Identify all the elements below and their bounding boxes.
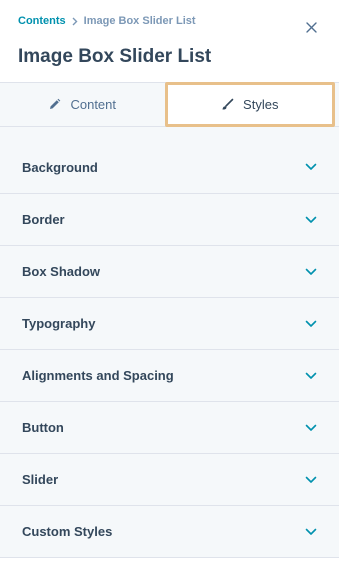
- section-button[interactable]: Button: [0, 402, 339, 454]
- section-alignments-and-spacing[interactable]: Alignments and Spacing: [0, 350, 339, 402]
- section-border[interactable]: Border: [0, 194, 339, 246]
- section-list-spacer: [0, 127, 339, 141]
- tab-styles-label: Styles: [243, 97, 279, 112]
- section-typography[interactable]: Typography: [0, 298, 339, 350]
- panel-header: Contents Image Box Slider List Image Box…: [0, 0, 339, 82]
- section-label: Box Shadow: [22, 264, 101, 279]
- section-label: Button: [22, 420, 64, 435]
- chevron-down-icon: [304, 317, 318, 331]
- chevron-down-icon: [304, 473, 318, 487]
- section-box-shadow[interactable]: Box Shadow: [0, 246, 339, 298]
- tab-content[interactable]: Content: [0, 83, 165, 126]
- section-background[interactable]: Background: [0, 141, 339, 194]
- breadcrumb-link-contents[interactable]: Contents: [18, 15, 66, 27]
- section-label: Custom Styles: [22, 524, 113, 539]
- chevron-down-icon: [304, 525, 318, 539]
- chevron-down-icon: [304, 160, 318, 174]
- style-sections-list: Background Border Box Shadow Typography …: [0, 141, 339, 558]
- section-label: Border: [22, 212, 65, 227]
- section-label: Typography: [22, 316, 96, 331]
- chevron-down-icon: [304, 369, 318, 383]
- chevron-down-icon: [304, 421, 318, 435]
- tab-content-label: Content: [70, 97, 117, 112]
- tab-styles[interactable]: Styles: [164, 82, 335, 127]
- tab-bar: Content Styles: [0, 82, 339, 127]
- section-custom-styles[interactable]: Custom Styles: [0, 506, 339, 558]
- section-label: Slider: [22, 472, 59, 487]
- chevron-right-icon: [72, 17, 78, 26]
- page-title: Image Box Slider List: [18, 46, 212, 67]
- breadcrumb: Contents Image Box Slider List: [18, 15, 196, 27]
- section-slider[interactable]: Slider: [0, 454, 339, 506]
- brush-icon: [221, 98, 234, 111]
- section-label: Background: [22, 159, 98, 175]
- breadcrumb-current: Image Box Slider List: [83, 15, 196, 27]
- close-icon[interactable]: [303, 19, 319, 35]
- section-label: Alignments and Spacing: [22, 368, 174, 383]
- chevron-down-icon: [304, 265, 318, 279]
- chevron-down-icon: [304, 213, 318, 227]
- pencil-icon: [48, 98, 61, 111]
